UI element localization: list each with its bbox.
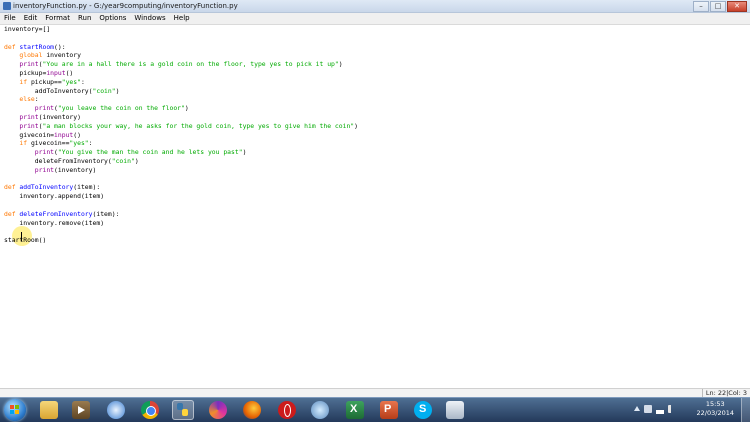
code-fragment: pickup= bbox=[19, 68, 47, 77]
keyword: if bbox=[19, 77, 28, 86]
code-fragment: givecoin== bbox=[27, 139, 70, 148]
code-fragment: () bbox=[73, 130, 81, 139]
builtin: input bbox=[54, 130, 74, 139]
string-literal: "yes" bbox=[61, 77, 81, 86]
code-fragment: addToInventory( bbox=[34, 86, 93, 95]
window-controls: – □ ✕ bbox=[692, 1, 747, 12]
string-literal: "You are in a hall there is a gold coin … bbox=[42, 60, 339, 69]
show-desktop-button[interactable] bbox=[741, 398, 750, 422]
code-fragment: (item): bbox=[73, 183, 101, 192]
code-fragment: () bbox=[65, 68, 74, 77]
code-fragment: inventory.append(item) bbox=[19, 192, 105, 201]
window-title: inventoryFunction.py - G:/year9computing… bbox=[13, 2, 238, 10]
menu-help[interactable]: Help bbox=[170, 13, 194, 24]
action-center-flag-icon[interactable] bbox=[644, 405, 652, 413]
menu-file[interactable]: File bbox=[0, 13, 20, 24]
globe-icon[interactable] bbox=[311, 401, 329, 419]
code-fragment: : bbox=[88, 139, 93, 148]
keyword: def bbox=[4, 209, 20, 218]
code-fragment: ) bbox=[242, 148, 247, 157]
safari-compass-icon[interactable] bbox=[107, 401, 125, 419]
builtin: print bbox=[34, 165, 55, 174]
close-button[interactable]: ✕ bbox=[727, 1, 747, 12]
start-button[interactable] bbox=[4, 399, 26, 421]
maximize-button[interactable]: □ bbox=[710, 1, 726, 12]
code-fragment: ) bbox=[134, 156, 139, 165]
system-tray: 15:53 22/03/2014 bbox=[630, 398, 750, 422]
powerpoint-icon[interactable]: P bbox=[380, 401, 398, 419]
code-fragment: givecoin= bbox=[19, 130, 55, 139]
volume-icon[interactable] bbox=[668, 405, 679, 413]
string-literal: "yes" bbox=[69, 139, 89, 148]
menu-format[interactable]: Format bbox=[41, 13, 74, 24]
menu-bar: File Edit Format Run Options Windows Hel… bbox=[0, 13, 750, 25]
keyword: else bbox=[19, 95, 35, 104]
python-idle-icon[interactable] bbox=[172, 400, 194, 420]
string-literal: "You give the man the coin and he lets y… bbox=[57, 148, 243, 157]
code-fragment: (inventory) bbox=[38, 112, 81, 121]
string-literal: "a man blocks your way, he asks for the … bbox=[42, 121, 355, 130]
builtin: print bbox=[19, 60, 39, 69]
code-fragment: pickup== bbox=[27, 77, 62, 86]
taskbar: X P S 15:53 22/03/2014 bbox=[0, 397, 750, 422]
menu-run[interactable]: Run bbox=[74, 13, 95, 24]
text-caret bbox=[21, 232, 22, 241]
code-fragment: ) bbox=[115, 86, 120, 95]
clock[interactable]: 15:53 22/03/2014 bbox=[697, 400, 734, 418]
function-name: startRoom bbox=[19, 42, 55, 51]
firefox-icon[interactable] bbox=[243, 401, 261, 419]
excel-icon[interactable]: X bbox=[346, 401, 364, 419]
keyword: def bbox=[4, 183, 20, 192]
code-fragment: : bbox=[34, 95, 39, 104]
python-file-icon bbox=[3, 2, 11, 10]
menu-windows[interactable]: Windows bbox=[130, 13, 169, 24]
swirl-app-icon[interactable] bbox=[209, 401, 227, 419]
media-player-icon[interactable] bbox=[72, 401, 90, 419]
code-fragment: (inventory) bbox=[54, 165, 97, 174]
code-fragment: (): bbox=[54, 42, 66, 51]
clock-time: 15:53 bbox=[705, 400, 725, 408]
string-literal: "coin" bbox=[111, 156, 135, 165]
network-icon[interactable] bbox=[656, 405, 664, 414]
string-literal: "coin" bbox=[92, 86, 116, 95]
chrome-icon[interactable] bbox=[141, 401, 159, 419]
menu-options[interactable]: Options bbox=[95, 13, 130, 24]
windows-logo-icon bbox=[10, 405, 20, 415]
builtin: input bbox=[46, 68, 66, 77]
code-fragment: : bbox=[80, 77, 85, 86]
builtin: print bbox=[34, 148, 55, 157]
show-hidden-icons-icon[interactable] bbox=[634, 406, 640, 411]
code-fragment: ) bbox=[354, 121, 359, 130]
menu-edit[interactable]: Edit bbox=[20, 13, 42, 24]
opera-icon[interactable] bbox=[278, 401, 296, 419]
code-text[interactable]: inventory=[] def startRoom(): global inv… bbox=[4, 25, 358, 245]
code-fragment: ) bbox=[338, 60, 343, 69]
title-bar: inventoryFunction.py - G:/year9computing… bbox=[0, 0, 750, 13]
keyword: def bbox=[4, 42, 20, 51]
code-line: inventory=[] bbox=[4, 25, 51, 33]
document-icon[interactable] bbox=[446, 401, 464, 419]
skype-icon[interactable]: S bbox=[414, 401, 432, 419]
builtin: print bbox=[19, 121, 39, 130]
code-fragment: deleteFromInventory( bbox=[34, 156, 112, 165]
keyword: if bbox=[19, 139, 28, 148]
function-name: deleteFromInventory bbox=[19, 209, 93, 218]
code-fragment: inventory.remove(item) bbox=[19, 218, 105, 227]
builtin: print bbox=[19, 112, 39, 121]
keyword: global bbox=[19, 51, 43, 60]
code-fragment: inventory bbox=[42, 51, 81, 60]
function-name: addToInventory bbox=[19, 183, 74, 192]
string-literal: "you leave the coin on the floor" bbox=[57, 104, 185, 113]
minimize-button[interactable]: – bbox=[693, 1, 709, 12]
code-fragment: ) bbox=[184, 104, 189, 113]
file-explorer-icon[interactable] bbox=[40, 401, 58, 419]
clock-date: 22/03/2014 bbox=[696, 409, 734, 417]
code-fragment: (item): bbox=[92, 209, 120, 218]
builtin: print bbox=[34, 104, 55, 113]
code-editor[interactable]: inventory=[] def startRoom(): global inv… bbox=[0, 25, 750, 388]
code-fragment: startRoom() bbox=[4, 236, 47, 245]
